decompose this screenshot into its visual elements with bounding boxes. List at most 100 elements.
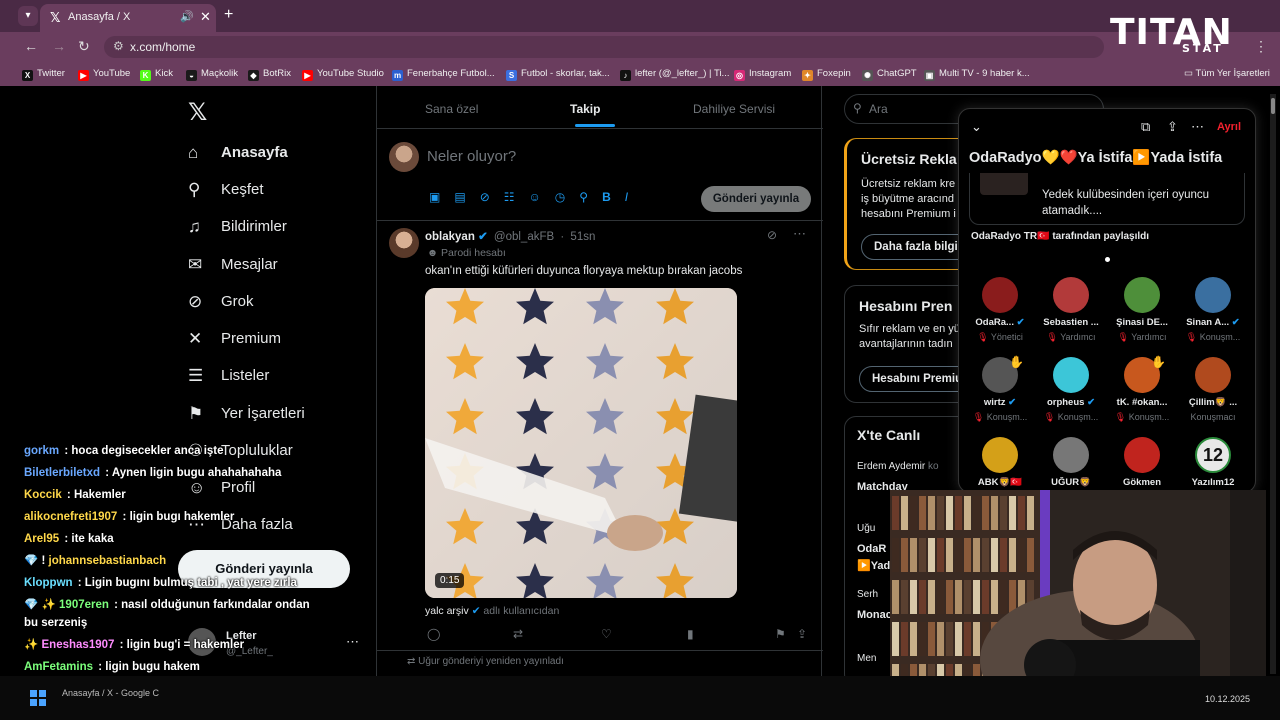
tab-following[interactable]: Takip [570, 102, 600, 116]
all-bookmarks-folder[interactable]: ▭ Tüm Yer İşaretleri [1184, 68, 1270, 79]
bookshelf-book [973, 580, 980, 614]
location-icon[interactable]: ⚲ [579, 190, 602, 204]
italic-icon[interactable]: I [625, 190, 642, 204]
bookmark-item[interactable]: ◆ BotRix [248, 68, 291, 81]
share-icon[interactable]: ⇪ [797, 627, 807, 641]
bookshelf-book [964, 496, 971, 530]
forward-icon[interactable]: → [52, 38, 66, 54]
reload-icon[interactable]: ↻ [78, 38, 90, 55]
live-item[interactable]: Uğu [857, 523, 875, 534]
browser-menu-icon[interactable]: ⋮ [1254, 38, 1268, 55]
tweet-author-name[interactable]: oblakyan [425, 231, 475, 243]
bookmark-item[interactable]: ✺ ChatGPT [862, 68, 917, 81]
poll-icon[interactable]: ☷ [504, 190, 529, 204]
bookmark-label: Fenerbahçe Futbol... [407, 68, 495, 79]
participant-name-row: orpheus ✔ [1036, 397, 1106, 408]
retweet-icon[interactable]: ⇄ [513, 627, 523, 641]
scrollbar-thumb[interactable] [1271, 98, 1275, 114]
compose-input[interactable]: Neler oluyor? [427, 148, 516, 165]
gif-icon[interactable]: ▤ [454, 190, 479, 204]
chat-badge-icon: 💎 ✨ [24, 599, 60, 611]
bookmark-favicon-icon: ◒ [186, 70, 197, 81]
bookmark-item[interactable]: ◒ Maçkolik [186, 68, 238, 81]
emoji-icon[interactable]: ☺ [529, 190, 555, 204]
browser-tab[interactable]: 𝕏 Anasayfa / X 🔊 ✕ [40, 4, 216, 32]
media-source-name[interactable]: yalc arşiv [425, 605, 469, 617]
grok-icon[interactable]: ⊘ [767, 228, 777, 242]
image-icon[interactable]: ▣ [429, 190, 454, 204]
participant-name-row: Yazılım12 [1178, 477, 1248, 488]
taskbar-app-chrome[interactable]: Anasayfa / X - Google C [62, 688, 159, 698]
bookmark-item[interactable]: X Twitter [22, 68, 65, 81]
bookshelf-book [928, 538, 935, 572]
bold-icon[interactable]: B [602, 190, 625, 204]
new-tab-button[interactable]: + [224, 6, 233, 24]
avatar[interactable] [389, 142, 419, 172]
url-field[interactable]: ⚙ x.com/home [104, 36, 1104, 58]
participant-role-row: 🎙 Konuşm... [1178, 332, 1248, 343]
tweet-time[interactable]: 51sn [570, 231, 595, 243]
more-icon[interactable]: ⋯ [346, 634, 359, 650]
views-icon[interactable]: ▮ [687, 627, 694, 641]
reply-icon[interactable]: ◯ [427, 627, 440, 641]
more-icon[interactable]: ⋯ [793, 226, 806, 242]
tab-search-button[interactable]: ▾ [18, 6, 38, 26]
verified-icon: ✔ [1084, 397, 1096, 408]
search-icon: ⚲ [853, 101, 862, 115]
mic-muted-icon: 🎙 [972, 412, 987, 422]
tweet-video[interactable]: 0:15 [425, 288, 737, 598]
bookmark-icon[interactable]: ⚑ [775, 627, 786, 641]
bookmark-item[interactable]: K Kick [140, 68, 173, 81]
divider [377, 220, 823, 221]
live-item-title[interactable]: Monac [857, 609, 892, 621]
compose-post-button[interactable]: Gönderi yayınla [701, 186, 811, 212]
sidebar-item-label: Anasayfa [221, 144, 288, 161]
like-icon[interactable]: ♡ [601, 627, 612, 641]
bookmark-item[interactable]: ▶ YouTube [78, 68, 130, 81]
bookshelf-book [1027, 496, 1034, 530]
taskbar-date: 10.12.2025 [1205, 694, 1251, 704]
bookshelf-book [892, 622, 899, 656]
live-item[interactable]: Erdem Aydemir ko [857, 461, 939, 472]
participant-name: OdaRa... [975, 317, 1014, 328]
tweet-avatar[interactable] [389, 228, 419, 258]
chat-message: AmFetamins : ligin bugu hakem [24, 661, 200, 673]
bookmark-item[interactable]: ▶ YouTube Studio [302, 68, 384, 81]
bookmark-item[interactable]: ♪ lefter (@_lefter_) | Ti... [620, 68, 729, 81]
bookmark-label: Maçkolik [201, 68, 238, 79]
live-item-title[interactable]: ▶️Yad [857, 559, 890, 572]
dock-icon[interactable]: ⧉ [1141, 119, 1150, 135]
grok-icon[interactable]: ⊘ [480, 190, 504, 204]
tab-dahiliye-servisi[interactable]: Dahiliye Servisi [693, 102, 775, 116]
tab-for-you[interactable]: Sana özel [425, 102, 478, 116]
card-description: Ücretsiz reklam kre iş büyütme aracınd hes… [861, 178, 956, 220]
taskbar: Anasayfa / X - Google C 10.12.2025 [0, 676, 1280, 720]
live-item[interactable]: Men [857, 653, 876, 664]
bookmark-item[interactable]: m Fenerbahçe Futbol... [392, 68, 495, 81]
collapse-chevron-icon[interactable]: ⌄ [971, 119, 982, 135]
bookmark-item[interactable]: ✦ Foxepin [802, 68, 851, 81]
live-item-title[interactable]: OdaR [857, 543, 886, 555]
tweet-author-handle[interactable]: @obl_akFB [494, 231, 554, 243]
tweet-author[interactable]: oblakyan ✔ @obl_akFB · 51sn [425, 229, 595, 243]
retweet-context[interactable]: ⇄ Uğur gönderiyi yeniden yayınladı [407, 656, 564, 667]
bookmark-item[interactable]: ◎ Instagram [734, 68, 791, 81]
close-tab-icon[interactable]: ✕ [200, 9, 211, 25]
pinned-post[interactable]: Yedek kulübesinden içeri oyuncu atamadık.… [969, 173, 1245, 225]
divider [377, 128, 823, 129]
leave-button[interactable]: Ayrıl [1217, 121, 1241, 133]
live-item[interactable]: Serh [857, 589, 878, 600]
schedule-icon[interactable]: ◷ [555, 190, 579, 204]
more-icon[interactable]: ⋯ [1191, 119, 1204, 135]
x-logo-icon[interactable]: 𝕏 [188, 98, 207, 126]
back-icon[interactable]: ← [24, 38, 38, 54]
page-scrollbar[interactable] [1270, 94, 1276, 674]
learn-more-button[interactable]: Daha fazla bilgi [861, 234, 971, 260]
bookmark-item[interactable]: ▣ Multi TV - 9 haber k... [924, 68, 1030, 81]
site-info-icon[interactable]: ⚙ [113, 39, 124, 53]
windows-start-icon[interactable] [30, 690, 46, 706]
bookmark-item[interactable]: S Futbol - skorlar, tak... [506, 68, 610, 81]
media-source[interactable]: yalc arşiv ✔ adlı kullanıcıdan [425, 605, 559, 617]
share-icon[interactable]: ⇪ [1167, 119, 1178, 135]
speaker-icon[interactable]: 🔊 [180, 10, 194, 23]
